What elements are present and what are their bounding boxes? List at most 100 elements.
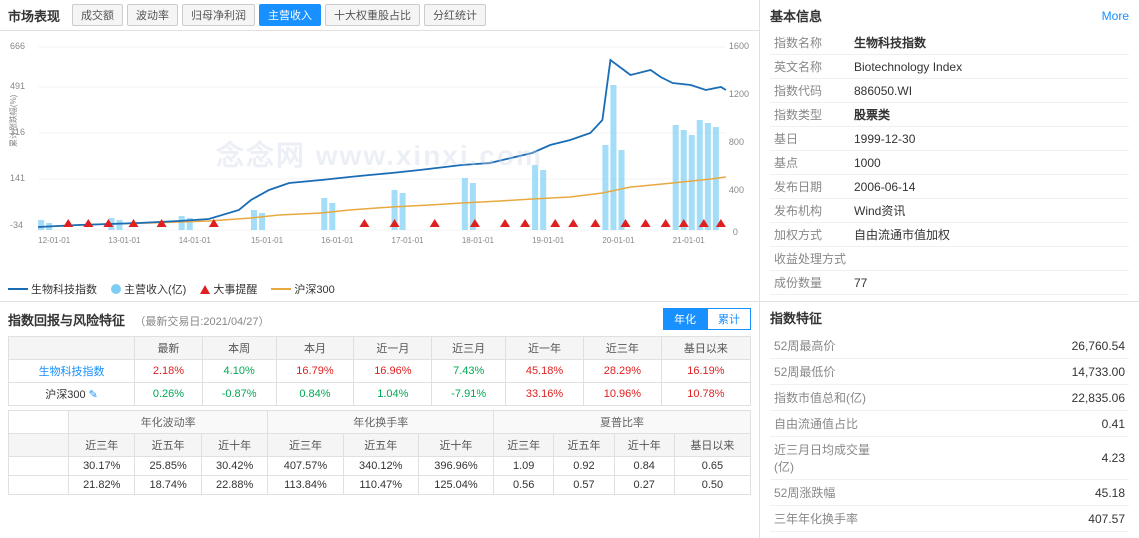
market-title: 市场表现 bbox=[8, 6, 60, 25]
cell-hs300-month: 0.84% bbox=[276, 383, 354, 406]
svg-text:1600: 1600 bbox=[729, 41, 749, 51]
chart-svg: 666 491 316 141 -34 1600 1200 800 400 0 bbox=[8, 35, 751, 245]
svg-text:累计涨跌幅(%): 累计涨跌幅(%) bbox=[8, 94, 18, 147]
top-row: 市场表现 成交额 波动率 归母净利润 主营收入 十大权重股占比 分红统计 念念网… bbox=[0, 0, 1139, 302]
svg-text:17-01-01: 17-01-01 bbox=[392, 236, 425, 245]
feat-value-low: 14,733.00 bbox=[890, 359, 1129, 385]
vol-th-t3y: 近三年 bbox=[268, 434, 343, 457]
info-label-basepoint: 基点 bbox=[770, 151, 850, 175]
svg-text:12-01-01: 12-01-01 bbox=[38, 236, 71, 245]
th-1month: 近一月 bbox=[354, 337, 432, 360]
info-value-code: 886050.WI bbox=[850, 79, 1129, 103]
vol-biotech-since: 0.65 bbox=[674, 457, 750, 476]
info-label-returns: 收益处理方式 bbox=[770, 247, 850, 271]
vol-hs300-t5y: 110.47% bbox=[343, 476, 418, 495]
info-row-en: 英文名称 Biotechnology Index bbox=[770, 55, 1129, 79]
legend-reminder: 大事提醒 bbox=[200, 281, 257, 297]
vol-th-empty bbox=[9, 434, 69, 457]
svg-text:141: 141 bbox=[10, 173, 25, 183]
feat-value-turnover: 407.57 bbox=[890, 506, 1129, 532]
feat-value-mktcap: 22,835.06 bbox=[890, 385, 1129, 411]
vol-hs300-v10y: 22.88% bbox=[201, 476, 267, 495]
chart-area: 念念网 www.xinxi.com 666 491 316 141 -34 16… bbox=[0, 31, 759, 277]
legend-label-reminder: 大事提醒 bbox=[213, 281, 257, 297]
feat-label-52wchange: 52周涨跌幅 bbox=[770, 480, 890, 506]
info-value-type: 股票类 bbox=[850, 103, 1129, 127]
legend-label-revenue: 主营收入(亿) bbox=[124, 281, 186, 297]
cell-hs300-week: -0.87% bbox=[202, 383, 276, 406]
return-title-group: 指数回报与风险特征 （最新交易日:2021/04/27） bbox=[8, 310, 269, 329]
info-value-returns bbox=[850, 247, 1129, 271]
feat-label-mktcap: 指数市值总和(亿) bbox=[770, 385, 890, 411]
vol-th-s3y: 近三年 bbox=[494, 434, 554, 457]
vol-header-group: 年化波动率 年化换手率 夏普比率 bbox=[9, 411, 751, 434]
chart-legend: 生物科技指数 主营收入(亿) 大事提醒 沪深300 bbox=[0, 277, 759, 301]
vol-header-sharpe: 夏普比率 bbox=[494, 411, 751, 434]
feat-label-low: 52周最低价 bbox=[770, 359, 890, 385]
th-since: 基日以来 bbox=[661, 337, 750, 360]
hs300-label-text: 沪深300 bbox=[45, 389, 85, 401]
th-3month: 近三月 bbox=[432, 337, 506, 360]
toggle-cumulative[interactable]: 累计 bbox=[707, 308, 751, 330]
row-label-biotech: 生物科技指数 bbox=[9, 360, 135, 383]
vol-hs300-s5y: 0.57 bbox=[554, 476, 614, 495]
vol-hs300-t10y: 125.04% bbox=[418, 476, 493, 495]
hs300-edit-icon[interactable]: ✎ bbox=[89, 389, 98, 401]
return-title: 指数回报与风险特征 bbox=[8, 313, 125, 328]
info-value-weighting: 自由流通市值加权 bbox=[850, 223, 1129, 247]
vol-th-s5y: 近五年 bbox=[554, 434, 614, 457]
feat-value-high: 26,760.54 bbox=[890, 333, 1129, 359]
info-label-code: 指数代码 bbox=[770, 79, 850, 103]
svg-text:19-01-01: 19-01-01 bbox=[532, 236, 565, 245]
legend-line-blue bbox=[8, 288, 28, 290]
vol-biotech-t5y: 340.12% bbox=[343, 457, 418, 476]
tab-chengjiao[interactable]: 成交额 bbox=[72, 4, 123, 26]
tab-zhuyingshouru[interactable]: 主营收入 bbox=[259, 4, 321, 26]
feat-value-avgvol: 4.23 bbox=[890, 437, 1129, 480]
info-label-weighting: 加权方式 bbox=[770, 223, 850, 247]
cell-hs300-since: 10.78% bbox=[661, 383, 750, 406]
tab-fenhong[interactable]: 分红统计 bbox=[424, 4, 486, 26]
feat-label-high: 52周最高价 bbox=[770, 333, 890, 359]
toggle-annualized[interactable]: 年化 bbox=[663, 308, 707, 330]
svg-text:18-01-01: 18-01-01 bbox=[462, 236, 495, 245]
feat-row-turnover: 三年年化换手率 407.57 bbox=[770, 506, 1129, 532]
svg-text:14-01-01: 14-01-01 bbox=[179, 236, 212, 245]
cell-hs300-1month: 1.04% bbox=[354, 383, 432, 406]
info-value-name: 生物科技指数 bbox=[850, 31, 1129, 55]
cell-biotech-month: 16.79% bbox=[276, 360, 354, 383]
cell-hs300-1year: 33.16% bbox=[506, 383, 584, 406]
vol-th-v3y: 近三年 bbox=[69, 434, 135, 457]
info-row-basepoint: 基点 1000 bbox=[770, 151, 1129, 175]
vol-biotech-s10y: 0.84 bbox=[614, 457, 674, 476]
vol-hs300-t3y: 113.84% bbox=[268, 476, 343, 495]
feat-row-high: 52周最高价 26,760.54 bbox=[770, 333, 1129, 359]
return-row-hs300: 沪深300 ✎ 0.26% -0.87% 0.84% 1.04% -7.91% … bbox=[9, 383, 751, 406]
return-header: 指数回报与风险特征 （最新交易日:2021/04/27） 年化 累计 bbox=[8, 308, 751, 330]
return-row-biotech: 生物科技指数 2.18% 4.10% 16.79% 16.96% 7.43% 4… bbox=[9, 360, 751, 383]
cell-biotech-1year: 45.18% bbox=[506, 360, 584, 383]
svg-text:800: 800 bbox=[729, 137, 744, 147]
info-row-basedate: 基日 1999-12-30 bbox=[770, 127, 1129, 151]
info-row-weighting: 加权方式 自由流通市值加权 bbox=[770, 223, 1129, 247]
tab-shida[interactable]: 十大权重股占比 bbox=[325, 4, 420, 26]
more-link[interactable]: More bbox=[1102, 9, 1129, 23]
vol-header-volatility: 年化波动率 bbox=[69, 411, 268, 434]
legend-label-biotech: 生物科技指数 bbox=[31, 281, 97, 297]
feat-label-turnover: 三年年化换手率 bbox=[770, 506, 890, 532]
svg-text:21-01-01: 21-01-01 bbox=[673, 236, 706, 245]
market-header: 市场表现 成交额 波动率 归母净利润 主营收入 十大权重股占比 分红统计 bbox=[0, 0, 759, 31]
th-latest: 最新 bbox=[135, 337, 203, 360]
legend-triangle-reminder bbox=[200, 285, 210, 294]
svg-text:16-01-01: 16-01-01 bbox=[321, 236, 354, 245]
tab-guimu[interactable]: 归母净利润 bbox=[182, 4, 255, 26]
tab-bodonglv[interactable]: 波动率 bbox=[127, 4, 178, 26]
svg-text:20-01-01: 20-01-01 bbox=[602, 236, 635, 245]
info-value-publisher: Wind资讯 bbox=[850, 199, 1129, 223]
vol-sub-header-row: 近三年 近五年 近十年 近三年 近五年 近十年 近三年 近五年 近十年 基日以来 bbox=[9, 434, 751, 457]
return-subtitle: （最新交易日:2021/04/27） bbox=[134, 316, 269, 328]
info-label-publisher: 发布机构 bbox=[770, 199, 850, 223]
info-label-en: 英文名称 bbox=[770, 55, 850, 79]
vol-hs300-s3y: 0.56 bbox=[494, 476, 554, 495]
feat-value-52wchange: 45.18 bbox=[890, 480, 1129, 506]
